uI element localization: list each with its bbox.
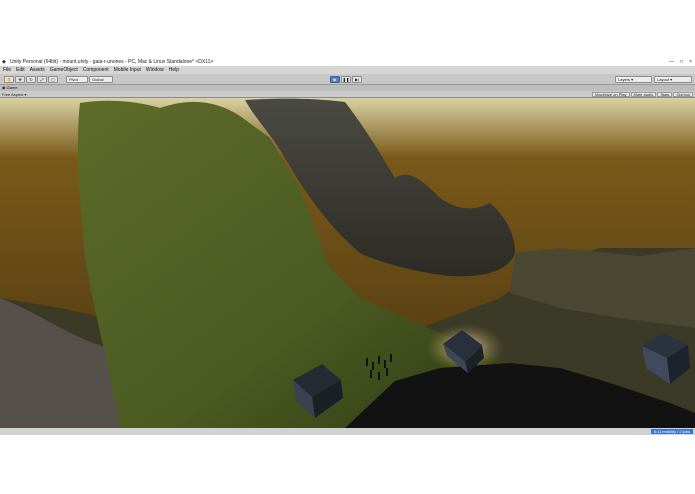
step-button[interactable]: ▶| — [352, 76, 362, 83]
game-view-controls: Free Aspect ▾ Maximize on Play Mute audi… — [0, 91, 695, 98]
aspect-dropdown[interactable]: Free Aspect ▾ — [2, 91, 26, 98]
game-scene-render — [0, 98, 695, 428]
stats-button[interactable]: Stats — [657, 92, 673, 97]
rect-icon: ▢ — [51, 77, 55, 82]
status-bar: 6:11 mobility / 2 jobs — [0, 428, 695, 435]
global-toggle[interactable]: Global — [89, 76, 113, 83]
menu-bar: File Edit Assets GameObject Component Mo… — [0, 66, 695, 74]
tab-game-label: Game — [6, 85, 18, 90]
step-icon: ▶| — [354, 77, 360, 82]
chevron-down-icon: ▾ — [670, 77, 673, 82]
menu-help[interactable]: Help — [169, 66, 179, 74]
play-icon: ▶ — [333, 77, 337, 82]
rotate-icon: ↻ — [29, 77, 33, 82]
layers-label: Layers — [618, 77, 631, 82]
menu-gameobject[interactable]: GameObject — [50, 66, 78, 74]
pause-button[interactable]: ❚❚ — [341, 76, 351, 83]
gizmos-button[interactable]: Gizmos — [673, 92, 693, 97]
scale-tool-button[interactable]: ⤢ — [37, 76, 47, 83]
hand-tool-button[interactable]: ✋ — [4, 76, 14, 83]
pivot-toggle[interactable]: Pivot — [66, 76, 88, 83]
status-badge: 6:11 mobility / 2 jobs — [650, 429, 693, 434]
rect-tool-button[interactable]: ▢ — [48, 76, 58, 83]
chevron-down-icon: ▾ — [631, 77, 634, 82]
move-icon: ✥ — [18, 77, 22, 82]
layout-dropdown[interactable]: Layout ▾ — [654, 76, 692, 83]
pivot-label: Pivot — [69, 77, 78, 82]
maximize-button[interactable]: □ — [680, 59, 683, 66]
unity-logo-icon: ◆ — [2, 59, 6, 65]
window-controls: — □ × — [669, 59, 692, 66]
game-viewport[interactable] — [0, 98, 695, 428]
play-button[interactable]: ▶ — [330, 76, 340, 83]
global-label: Global — [92, 77, 104, 82]
window-title: Unity Personal (64bit) - mount.unity - g… — [10, 59, 214, 65]
layers-dropdown[interactable]: Layers ▾ — [615, 76, 652, 83]
aspect-label: Free Aspect — [2, 92, 24, 97]
menu-edit[interactable]: Edit — [16, 66, 25, 74]
unity-editor-window: ◆ Unity Personal (64bit) - mount.unity -… — [0, 59, 695, 435]
mute-audio-button[interactable]: Mute audio — [630, 92, 657, 97]
game-tab-icon: ◉ — [2, 85, 6, 90]
menu-file[interactable]: File — [3, 66, 11, 74]
menu-component[interactable]: Component — [83, 66, 109, 74]
pause-icon: ❚❚ — [342, 77, 350, 82]
rotate-tool-button[interactable]: ↻ — [26, 76, 36, 83]
minimize-button[interactable]: — — [669, 59, 674, 66]
menu-assets[interactable]: Assets — [30, 66, 45, 74]
menu-mobile-input[interactable]: Mobile Input — [114, 66, 141, 74]
title-bar: ◆ Unity Personal (64bit) - mount.unity -… — [0, 59, 695, 66]
scale-icon: ⤢ — [40, 77, 44, 82]
move-tool-button[interactable]: ✥ — [15, 76, 25, 83]
close-button[interactable]: × — [689, 59, 692, 66]
maximize-on-play-button[interactable]: Maximize on Play — [592, 92, 630, 97]
main-toolbar: ✋ ✥ ↻ ⤢ ▢ Pivot Global ▶ ❚❚ ▶| Layers ▾ … — [0, 74, 695, 85]
hand-icon: ✋ — [6, 77, 12, 82]
layout-label: Layout — [657, 77, 670, 82]
menu-window[interactable]: Window — [146, 66, 164, 74]
